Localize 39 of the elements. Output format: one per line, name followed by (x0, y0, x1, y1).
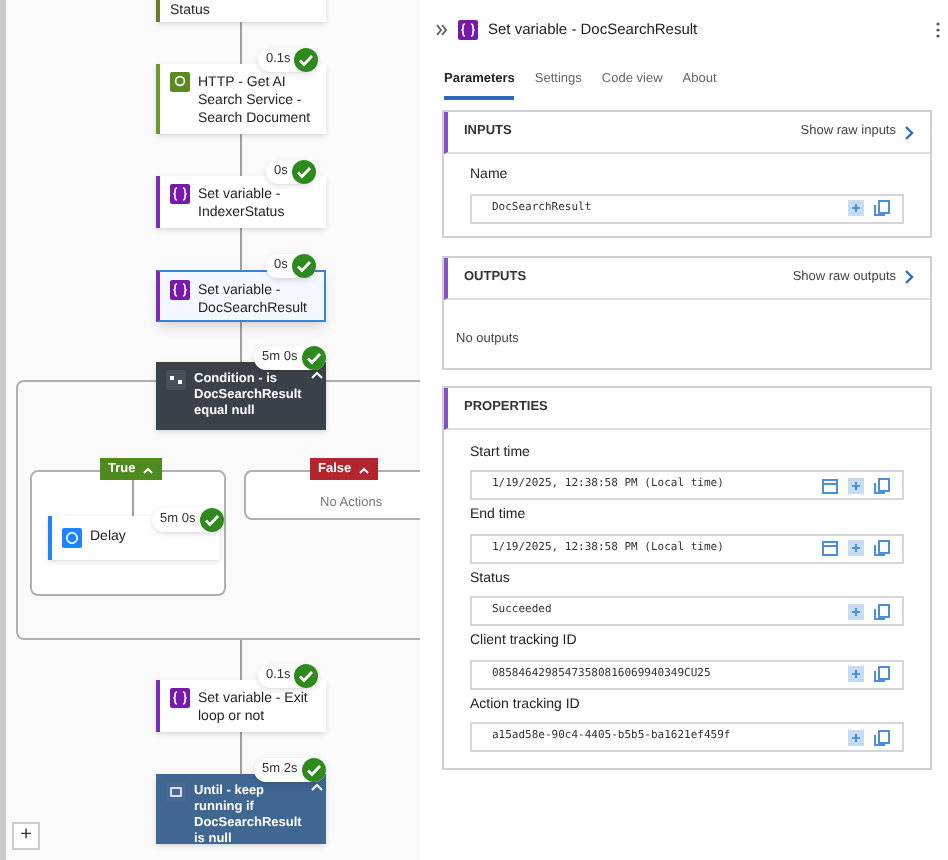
check-icon (301, 758, 326, 782)
collapse-icon[interactable] (309, 782, 324, 792)
expand-icon[interactable] (848, 200, 864, 216)
expand-icon[interactable] (848, 666, 864, 682)
copy-icon[interactable] (874, 477, 890, 493)
copy-icon[interactable] (874, 603, 890, 619)
connector-line (240, 732, 242, 774)
collapse-icon[interactable] (309, 370, 324, 380)
copy-icon[interactable] (874, 666, 890, 682)
connector-line (240, 134, 242, 176)
add-button[interactable]: + (12, 822, 40, 850)
chevron-icon (904, 270, 914, 284)
chevron-icon (904, 125, 914, 139)
copy-icon[interactable] (874, 729, 890, 745)
check-icon (294, 48, 319, 72)
braces-icon (170, 184, 190, 204)
braces-icon (170, 280, 190, 300)
braces-icon (458, 20, 478, 40)
check-icon (301, 346, 326, 370)
connector-line (240, 322, 242, 362)
check-icon (294, 664, 319, 688)
connector-line (240, 20, 242, 64)
collapse-icon (141, 465, 154, 473)
connector-line (132, 480, 134, 516)
connector-line (240, 228, 242, 270)
copy-icon[interactable] (874, 540, 890, 556)
expand-icon[interactable] (848, 540, 864, 556)
collapse-panel-icon[interactable] (436, 24, 448, 36)
check-icon (291, 160, 316, 184)
connector-line (240, 640, 242, 680)
collapse-icon (357, 465, 370, 473)
expand-icon[interactable] (848, 477, 864, 493)
calendar-icon[interactable] (822, 540, 838, 556)
expand-icon[interactable] (848, 729, 864, 745)
calendar-icon[interactable] (822, 477, 838, 493)
check-icon (291, 254, 316, 278)
expand-icon[interactable] (848, 603, 864, 619)
copy-icon[interactable] (874, 200, 890, 216)
braces-icon (170, 688, 190, 708)
